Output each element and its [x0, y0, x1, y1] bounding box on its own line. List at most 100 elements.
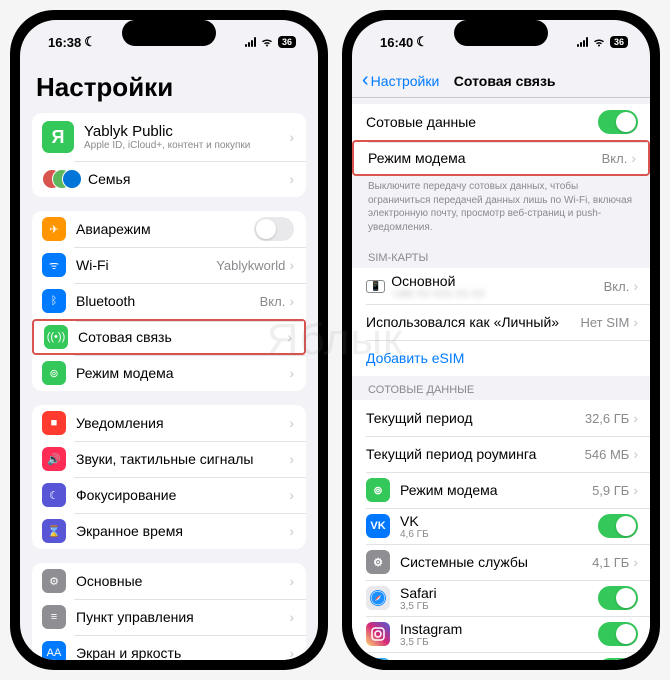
row-focus[interactable]: ☾Фокусирование› — [32, 477, 306, 513]
chevron-right-icon: › — [289, 171, 294, 187]
row-detail: Вкл. — [260, 294, 286, 309]
row-sounds[interactable]: 🔊 Звуки, тактильные сигналы› — [32, 441, 306, 477]
signal-icon — [577, 37, 588, 47]
cellular-row[interactable]: Режим модемаВкл.› — [352, 140, 650, 176]
row-label: Instagram — [400, 621, 598, 637]
row-label: Пункт управления — [76, 609, 289, 625]
signal-icon — [245, 37, 256, 47]
family-label: Семья — [88, 171, 289, 187]
row-screentime[interactable]: ⌛Экранное время› — [32, 513, 306, 549]
data-row[interactable]: Safari3,5 ГБ — [352, 580, 650, 616]
toggle[interactable] — [598, 658, 638, 660]
row-detail: Yablykworld — [216, 258, 285, 273]
row-airplane[interactable]: ✈Авиарежим — [32, 211, 306, 247]
chevron-right-icon: › — [289, 451, 294, 467]
settings-content[interactable]: Настройки Я Yablyk Public Apple ID, iClo… — [20, 64, 318, 660]
cellular-icon: ((•)) — [44, 325, 68, 349]
row-notifications[interactable]: ■Уведомления› — [32, 405, 306, 441]
family-row[interactable]: Семья › — [32, 161, 306, 197]
row-detail: 5,9 ГБ — [592, 483, 629, 498]
apple-id-row[interactable]: Я Yablyk Public Apple ID, iCloud+, конте… — [32, 113, 306, 161]
row-label: Текущий период — [366, 410, 585, 426]
profile-avatar: Я — [42, 121, 74, 153]
data-header: СОТОВЫЕ ДАННЫЕ — [352, 376, 650, 400]
data-row[interactable]: VKVK4,6 ГБ — [352, 508, 650, 544]
moon-icon: ☾ — [84, 34, 96, 50]
row-label: Звуки, тактильные сигналы — [76, 451, 289, 467]
cellular-content[interactable]: Сотовые данныеРежим модемаВкл.› Выключит… — [352, 98, 650, 660]
sim-row[interactable]: 📱Основной+380 XX XXX XX XXВкл.› — [352, 268, 650, 304]
chevron-right-icon: › — [289, 645, 294, 660]
row-label: VK — [400, 513, 598, 529]
row-hotspot[interactable]: ⊚Режим модема› — [32, 355, 306, 391]
wifi-status-icon — [260, 35, 274, 50]
data-row[interactable]: Текущий период роуминга546 МБ› — [352, 436, 650, 472]
toggle[interactable] — [598, 514, 638, 538]
row-bluetooth[interactable]: ᛒ BluetoothВкл.› — [32, 283, 306, 319]
data-row[interactable]: Текущий период32,6 ГБ › — [352, 400, 650, 436]
sim-icon: 📱 — [366, 280, 385, 293]
toggle[interactable] — [254, 217, 294, 241]
Telegram-icon — [366, 658, 390, 660]
toggle[interactable] — [598, 586, 638, 610]
chevron-right-icon: › — [289, 487, 294, 503]
chevron-right-icon: › — [289, 293, 294, 309]
dynamic-island — [454, 20, 548, 46]
toggle[interactable] — [598, 110, 638, 134]
display-icon: AA — [42, 641, 66, 660]
Safari-icon — [366, 586, 390, 610]
row-label: Режим модема — [76, 365, 289, 381]
data-row[interactable]: Telegram2,4 ГБ — [352, 652, 650, 660]
data-row[interactable]: ⊚Режим модема5,9 ГБ› — [352, 472, 650, 508]
row-sub: 3,5 ГБ — [400, 601, 598, 612]
chevron-right-icon: › — [289, 573, 294, 589]
row-general[interactable]: ⚙ Основные› — [32, 563, 306, 599]
screentime-icon: ⌛ — [42, 519, 66, 543]
general-group: ⚙Основные›≡Пункт управления›AAЭкран и яр… — [32, 563, 306, 660]
toggle[interactable] — [598, 622, 638, 646]
row-detail: Вкл. — [604, 279, 630, 294]
sounds-icon: 🔊 — [42, 447, 66, 471]
battery-badge: 36 — [610, 36, 628, 48]
wifi-icon: ᯤ — [42, 253, 66, 277]
data-row[interactable]: ⚙Системные службы4,1 ГБ› — [352, 544, 650, 580]
family-avatars — [42, 167, 78, 191]
row-control[interactable]: ≡Пункт управления› — [32, 599, 306, 635]
row-label: Системные службы — [400, 554, 592, 570]
notifications-icon: ■ — [42, 411, 66, 435]
airplane-icon: ✈ — [42, 217, 66, 241]
VK-icon: VK — [366, 514, 390, 538]
row-label: Основные — [76, 573, 289, 589]
data-usage-group: Текущий период32,6 ГБ › Текущий период роу… — [352, 400, 650, 660]
row-label: Сотовая связь — [78, 329, 287, 345]
dynamic-island — [122, 20, 216, 46]
cellular-row[interactable]: Сотовые данные — [352, 104, 650, 140]
chevron-right-icon: › — [633, 410, 638, 426]
moon-icon: ☾ — [416, 34, 428, 50]
sim-row[interactable]: Добавить eSIM — [352, 340, 650, 376]
row-detail: 32,6 ГБ — [585, 411, 629, 426]
blurred-number: +380 XX XXX XX XX — [391, 289, 603, 300]
bluetooth-icon: ᛒ — [42, 289, 66, 313]
chevron-right-icon: › — [289, 129, 294, 145]
chevron-right-icon: › — [633, 554, 638, 570]
row-label: Telegram — [400, 657, 598, 661]
profile-group: Я Yablyk Public Apple ID, iCloud+, конте… — [32, 113, 306, 197]
page-title: Настройки — [20, 64, 318, 113]
row-display[interactable]: AA Экран и яркость› — [32, 635, 306, 660]
notifications-group: ■Уведомления›🔊Звуки, тактильные сигналы›… — [32, 405, 306, 549]
row-label: Bluetooth — [76, 293, 260, 309]
row-wifi[interactable]: ᯤWi-FiYablykworld› — [32, 247, 306, 283]
row-cellular[interactable]: ((•))Сотовая связь› — [32, 319, 306, 355]
row-label: Экран и яркость — [76, 645, 289, 660]
sim-row[interactable]: Использовался как «Личный»Нет SIM› — [352, 304, 650, 340]
profile-subtitle: Apple ID, iCloud+, контент и покупки — [84, 140, 289, 151]
data-row[interactable]: Instagram3,5 ГБ — [352, 616, 650, 652]
row-sub: 3,5 ГБ — [400, 637, 598, 648]
status-time: 16:40 — [380, 35, 413, 50]
general-icon: ⚙ — [42, 569, 66, 593]
cellular-footer: Выключите передачу сотовых данных, чтобы… — [352, 176, 650, 244]
battery-badge: 36 — [278, 36, 296, 48]
row-label: Экранное время — [76, 523, 289, 539]
chevron-right-icon: › — [289, 365, 294, 381]
